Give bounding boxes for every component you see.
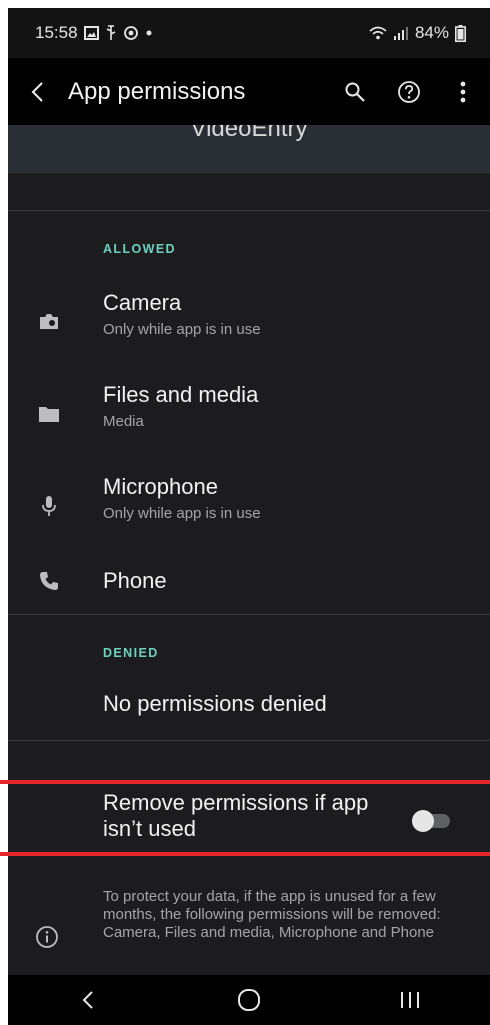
signal-icon [393, 25, 409, 41]
remove-permissions-label: Remove permissions if app isn’t used [103, 790, 369, 841]
info-icon [36, 926, 58, 948]
toggle-thumb [412, 810, 434, 832]
divider [8, 740, 490, 741]
permission-camera-row[interactable]: Camera Only while app is in use [8, 278, 490, 370]
status-time: 15:58 [35, 23, 78, 42]
nav-back-button[interactable] [48, 975, 128, 1025]
back-nav-icon [82, 991, 94, 1009]
info-text: To protect your data, if the app is unus… [103, 888, 441, 941]
back-button[interactable] [8, 58, 68, 125]
home-nav-icon [237, 989, 260, 1011]
more-icon [460, 81, 466, 102]
page-title: App permissions [68, 77, 246, 105]
camera-icon [36, 309, 62, 335]
nav-recents-button[interactable] [370, 975, 450, 1025]
permission-title: Phone [103, 568, 167, 593]
help-button[interactable] [382, 58, 436, 125]
help-icon [398, 80, 420, 103]
app-name: VideoEntry [190, 125, 308, 142]
phone-icon [36, 568, 62, 594]
app-name-header: VideoEntry [8, 125, 490, 173]
divider [8, 614, 490, 615]
back-icon [31, 81, 43, 102]
permission-title: Microphone [103, 474, 218, 499]
dot-icon [145, 29, 153, 37]
battery-icon [455, 24, 466, 42]
remove-permissions-row[interactable]: Remove permissions if app isn’t used [8, 782, 490, 876]
permission-title: Camera [103, 290, 182, 315]
nav-home-button[interactable] [209, 975, 289, 1025]
usb-icon [105, 25, 117, 41]
image-icon [83, 26, 99, 40]
highlight-bottom-line [0, 852, 490, 856]
battery-text: 84% [414, 23, 449, 42]
denied-section-label: DENIED [103, 646, 159, 660]
divider [8, 210, 490, 211]
remove-permissions-toggle[interactable] [412, 806, 454, 834]
permission-title: Files and media [103, 382, 259, 407]
screen-record-icon [123, 25, 139, 41]
microphone-icon [36, 493, 62, 519]
folder-icon [36, 401, 62, 427]
wifi-icon [369, 25, 387, 41]
permission-subtitle: Media [103, 413, 144, 430]
permission-files-row[interactable]: Files and media Media [8, 370, 490, 462]
search-button[interactable] [328, 58, 382, 125]
permission-subtitle: Only while app is in use [103, 505, 261, 522]
app-bar: App permissions [8, 58, 490, 125]
allowed-section-label: ALLOWED [103, 242, 176, 256]
permission-subtitle: Only while app is in use [103, 321, 261, 338]
recents-nav-icon [400, 992, 419, 1008]
permission-phone-row[interactable]: Phone [8, 554, 490, 614]
search-icon [345, 82, 365, 102]
permission-microphone-row[interactable]: Microphone Only while app is in use [8, 462, 490, 554]
navigation-bar [8, 975, 490, 1025]
status-bar: 15:58 84% [8, 8, 490, 58]
more-options-button[interactable] [436, 58, 490, 125]
no-permissions-denied-text: No permissions denied [103, 691, 327, 716]
